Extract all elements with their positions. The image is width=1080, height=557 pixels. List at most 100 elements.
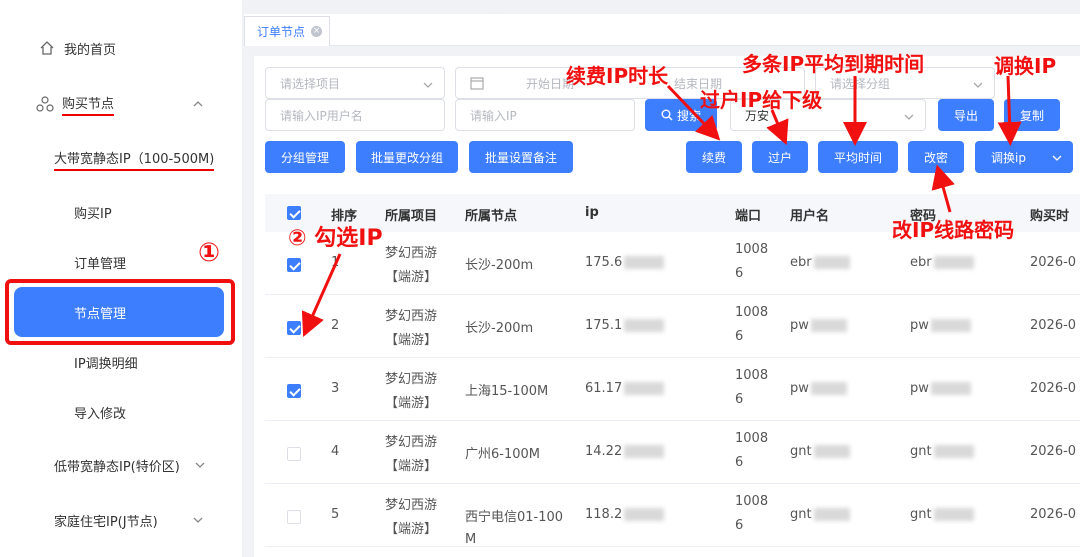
- row-project: 梦幻西游: [385, 309, 438, 324]
- row-checkbox[interactable]: [287, 384, 301, 398]
- transfer-button[interactable]: 过户: [752, 141, 808, 173]
- swap-ip-button[interactable]: 调换ip: [975, 141, 1073, 173]
- row-password-text: gnt: [910, 444, 932, 459]
- sidebar-item-home[interactable]: 我的首页: [0, 28, 242, 68]
- row-purchase-date: 2026-0: [1030, 381, 1077, 396]
- row-purchase-date: 2026-0: [1030, 255, 1077, 270]
- row-username: pw: [790, 318, 847, 333]
- change-password-button[interactable]: 改密: [908, 141, 964, 173]
- row-username-text: gnt: [790, 444, 812, 459]
- tab-label: 订单节点: [257, 25, 306, 39]
- chevron-up-icon: [193, 101, 203, 107]
- sidebar-item-ip-swap-detail[interactable]: IP调换明细: [0, 342, 242, 382]
- redacted-blur: [813, 508, 850, 521]
- row-ip: 175.6: [585, 255, 665, 270]
- sidebar-item-buy-ip[interactable]: 购买IP: [0, 192, 242, 232]
- row-port: 1008: [735, 242, 769, 257]
- row-password-text: pw: [910, 381, 929, 396]
- table-row[interactable]: 3 梦幻西游 【端游】 上海15-100M 61.17 1008 6 pw pw 2026-0: [265, 358, 1080, 421]
- sidebar-item-import-modify[interactable]: 导入修改: [0, 392, 242, 432]
- table-row[interactable]: 2 梦幻西游 【端游】 长沙-200m 175.1 1008 6 pw pw 2026-0: [265, 295, 1080, 358]
- row-project: 梦幻西游: [385, 498, 438, 513]
- swap-annotation: 调换IP: [994, 54, 1057, 78]
- chevron-down-icon: [1052, 155, 1062, 161]
- sidebar-item-label: 订单管理: [74, 256, 127, 272]
- copy-button[interactable]: 复制: [1004, 99, 1060, 131]
- tab-order-nodes[interactable]: 订单节点 ×: [244, 16, 330, 46]
- calendar-icon: [470, 77, 484, 90]
- ip-input[interactable]: 请输入IP: [455, 99, 635, 131]
- row-purchase-date: 2026-0: [1030, 318, 1077, 333]
- row-project-type: 【端游】: [385, 459, 438, 474]
- redacted-blur: [624, 382, 665, 395]
- row-port-suffix: 6: [735, 518, 744, 533]
- sidebar-item-buy-nodes[interactable]: 购买节点: [0, 84, 242, 124]
- project-select[interactable]: 请选择项目: [265, 67, 445, 99]
- sidebar-item-node-mgmt[interactable]: 节点管理: [14, 287, 224, 337]
- row-purchase-date: 2026-0: [1030, 444, 1077, 459]
- row-port-suffix: 6: [735, 455, 744, 470]
- select-all-checkbox[interactable]: [287, 206, 301, 220]
- row-checkbox[interactable]: [287, 258, 301, 272]
- sidebar-item-label: 我的首页: [64, 42, 117, 58]
- row-port: 1008: [735, 368, 769, 383]
- row-username-text: gnt: [790, 507, 812, 522]
- row-project: 梦幻西游: [385, 435, 438, 450]
- sidebar-item-home-residential[interactable]: 家庭住宅IP(J节点): [0, 500, 242, 540]
- row-project-type: 【端游】: [385, 396, 438, 411]
- row-password-text: pw: [910, 318, 929, 333]
- row-checkbox[interactable]: [287, 510, 301, 524]
- step1-annotation: ①: [198, 238, 221, 268]
- sidebar-item-broadband-static[interactable]: 大带宽静态IP（100-500M): [0, 139, 242, 179]
- search-label: 搜索: [676, 108, 701, 123]
- batch-remark-button[interactable]: 批量设置备注: [469, 141, 573, 173]
- avg-time-label: 平均时间: [833, 150, 882, 165]
- row-password: gnt: [910, 507, 974, 522]
- redacted-blur: [930, 319, 971, 332]
- search-icon: [661, 109, 673, 121]
- project-select-placeholder: 请选择项目: [280, 76, 341, 91]
- row-project-type: 【端游】: [385, 333, 438, 348]
- nodes-icon: [36, 95, 54, 113]
- renew-button[interactable]: 续费: [686, 141, 742, 173]
- sidebar-item-low-bandwidth[interactable]: 低带宽静态IP(特价区): [0, 445, 242, 485]
- row-purchase-date: 2026-0: [1030, 507, 1077, 522]
- row-project-type: 【端游】: [385, 270, 438, 285]
- batch-group-button[interactable]: 批量更改分组: [356, 141, 458, 173]
- redacted-blur: [810, 319, 847, 332]
- row-port-suffix: 6: [735, 266, 744, 281]
- row-checkbox[interactable]: [287, 447, 301, 461]
- table-row[interactable]: 5 梦幻西游 【端游】 西宁电信01-100 M 118.2 1008 6 gnt gnt 202…: [265, 484, 1080, 547]
- col-header: 所属节点: [465, 209, 518, 224]
- row-password: gnt: [910, 444, 974, 459]
- renew-label: 续费: [701, 150, 726, 165]
- row-port-suffix: 6: [735, 329, 744, 344]
- row-node: 长沙-200m: [465, 258, 534, 273]
- redacted-blur: [813, 256, 850, 269]
- row-project: 梦幻西游: [385, 372, 438, 387]
- row-password: ebr: [910, 255, 974, 270]
- group-mgmt-button[interactable]: 分组管理: [265, 141, 345, 173]
- col-header: 用户名: [790, 209, 830, 224]
- row-checkbox[interactable]: [287, 321, 301, 335]
- row-username: gnt: [790, 507, 850, 522]
- row-password: pw: [910, 318, 971, 333]
- chevron-down-icon: [193, 517, 203, 523]
- row-username: gnt: [790, 444, 850, 459]
- redacted-blur: [624, 256, 665, 269]
- close-icon[interactable]: ×: [311, 26, 323, 37]
- ip-user-input[interactable]: 请输入IP用户名: [265, 99, 445, 131]
- row-ip: 175.1: [585, 318, 665, 333]
- transfer-label: 过户: [767, 150, 792, 165]
- avg-time-button[interactable]: 平均时间: [818, 141, 898, 173]
- row-node: 西宁电信01-100 M: [465, 510, 564, 547]
- sidebar-item-label: 节点管理: [74, 306, 127, 322]
- export-button[interactable]: 导出: [938, 99, 994, 131]
- redacted-blur: [933, 445, 974, 458]
- sidebar-item-label: 低带宽静态IP(特价区): [54, 459, 180, 475]
- redacted-blur: [624, 508, 665, 521]
- row-ip-text: 14.22: [585, 444, 623, 459]
- chevron-down-icon: [195, 462, 205, 468]
- col-header: 端口: [735, 209, 762, 224]
- table-row[interactable]: 4 梦幻西游 【端游】 广州6-100M 14.22 1008 6 gnt gnt 2026-0: [265, 421, 1080, 484]
